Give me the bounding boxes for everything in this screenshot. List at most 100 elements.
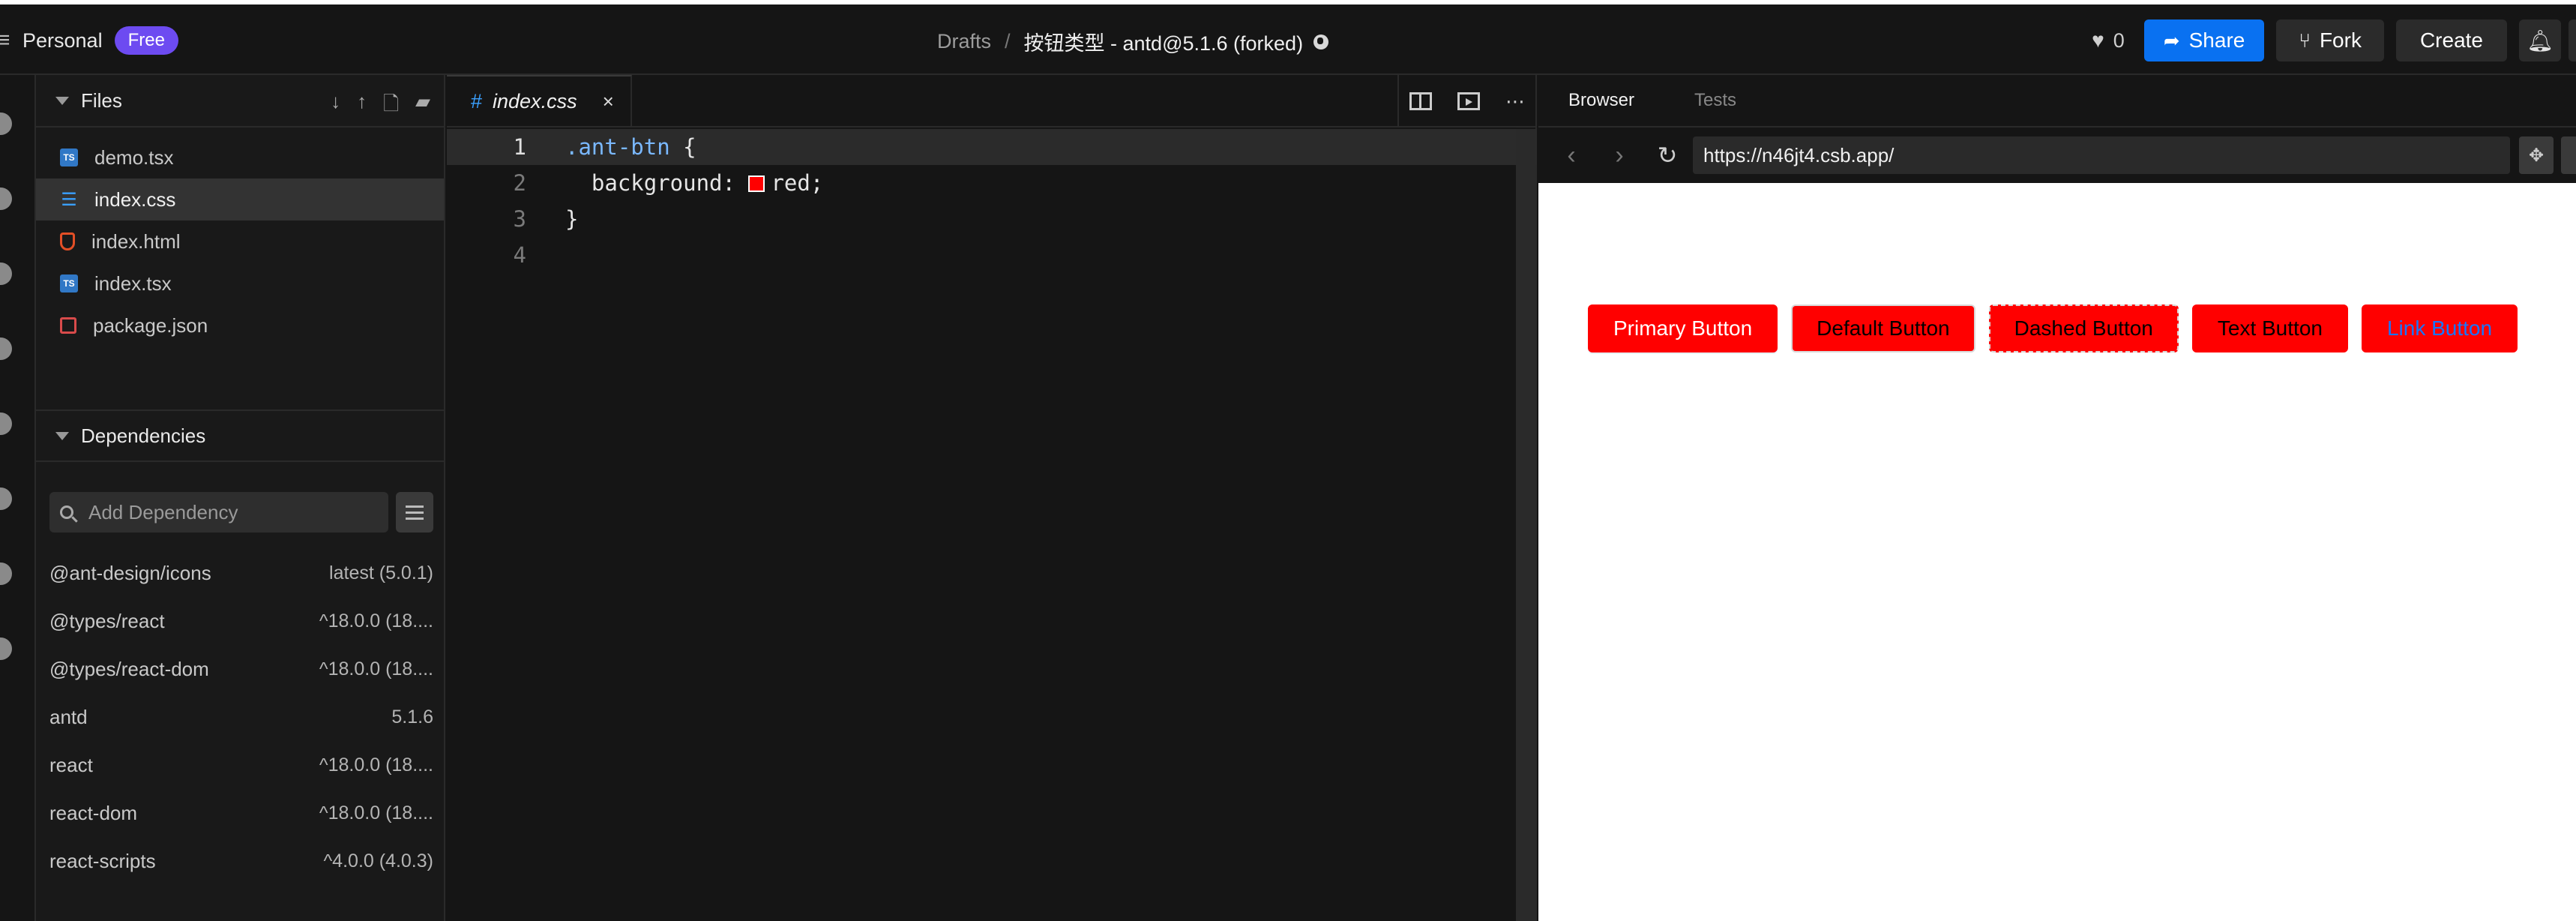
tab-label: index.css (493, 89, 577, 112)
devtools-icon[interactable]: ✥ (2519, 136, 2554, 174)
dependency-row[interactable]: @types/react-dom ^18.0.0 (18.... (36, 645, 445, 693)
code-text: .ant-btn { (565, 134, 696, 160)
close-icon[interactable]: × (603, 90, 614, 113)
dependency-row[interactable]: @ant-design/icons latest (5.0.1) (36, 549, 445, 597)
files-actions: ↓ ↑ 🗋 ▰ (331, 90, 430, 123)
dependency-version[interactable]: ^18.0.0 (18.... (319, 658, 433, 680)
dependency-version[interactable]: ^18.0.0 (18.... (319, 610, 433, 632)
dependency-list-button[interactable] (396, 492, 433, 532)
chevron-down-icon[interactable] (55, 96, 69, 105)
notifications-button[interactable]: 🔔︎ (2519, 20, 2561, 62)
code-line[interactable]: 4 (447, 237, 1537, 273)
share-label: Share (2188, 28, 2245, 52)
share-arrow-icon: ➦ (2163, 28, 2180, 52)
share-button[interactable]: ➦ Share (2143, 20, 2265, 62)
default-button[interactable]: Default Button (1791, 304, 1975, 352)
more-options-icon[interactable]: ⋯ (1505, 90, 1525, 113)
css-hash-icon: # (471, 89, 483, 112)
file-item-package-json[interactable]: package.json (36, 304, 444, 346)
globe-icon[interactable] (1313, 34, 1329, 50)
open-preview-icon[interactable] (1457, 92, 1480, 110)
dependency-version[interactable]: ^18.0.0 (18.... (319, 802, 433, 824)
forward-icon[interactable]: › (1604, 141, 1634, 170)
file-tree: TS demo.tsx ☰ index.css index.html TS in… (36, 128, 444, 346)
fork-button[interactable]: ⑂ Fork (2276, 20, 2384, 62)
back-icon[interactable]: ‹ (1556, 141, 1586, 170)
add-dependency-search (49, 492, 388, 532)
color-swatch[interactable] (748, 176, 765, 192)
files-header[interactable]: Files ↓ ↑ 🗋 ▰ (36, 75, 444, 128)
create-button[interactable]: Create (2395, 20, 2507, 62)
breadcrumb-drafts[interactable]: Drafts (937, 30, 991, 53)
file-name: index.css (94, 188, 176, 211)
dependency-version[interactable]: ^18.0.0 (18.... (319, 754, 433, 776)
dependency-row[interactable]: @types/react ^18.0.0 (18.... (36, 597, 445, 645)
link-button[interactable]: Link Button (2361, 304, 2518, 352)
file-name: index.tsx (94, 272, 172, 295)
css-file-icon: ☰ (61, 189, 77, 210)
dependency-name: antd (49, 705, 88, 728)
dependency-row[interactable]: react-dom ^18.0.0 (18.... (36, 789, 445, 837)
editor-scrollbar[interactable] (1516, 129, 1535, 921)
code-line[interactable]: 3 } (447, 201, 1537, 237)
menu-icon[interactable]: ≡ (0, 28, 10, 53)
dashed-button[interactable]: Dashed Button (1988, 304, 2179, 352)
html-file-icon (60, 232, 75, 250)
dependency-version[interactable]: latest (5.0.1) (329, 562, 433, 584)
like-button[interactable]: ♥ 0 (2092, 28, 2125, 52)
sort-up-icon[interactable]: ↑ (357, 90, 367, 123)
avatar[interactable] (2569, 20, 2576, 62)
text-button[interactable]: Text Button (2191, 304, 2348, 352)
typescript-file-icon: TS (60, 274, 78, 292)
workspace-name[interactable]: Personal (22, 29, 103, 52)
dependency-row[interactable]: antd 5.1.6 (36, 693, 445, 741)
tab-tests[interactable]: Tests (1664, 90, 1766, 111)
open-window-icon[interactable] (2561, 136, 2576, 174)
activity-git-icon[interactable] (0, 488, 12, 510)
workspace-switcher[interactable]: ≡ Personal Free (0, 26, 178, 56)
activity-files-icon[interactable] (0, 188, 12, 210)
dependency-row[interactable]: react-scripts ^4.0.0 (4.0.3) (36, 837, 445, 885)
preview-tabs: Browser Tests (1538, 75, 2576, 128)
file-name: demo.tsx (94, 146, 174, 169)
css-value: red; (771, 170, 824, 196)
activity-home-icon[interactable] (0, 112, 12, 135)
tab-browser[interactable]: Browser (1538, 90, 1664, 111)
dependencies-header[interactable]: Dependencies (36, 410, 445, 462)
file-item-index-html[interactable]: index.html (36, 220, 444, 262)
activity-settings-icon[interactable] (0, 338, 12, 360)
json-file-icon (60, 317, 76, 334)
activity-search-icon[interactable] (0, 262, 12, 285)
dependency-version[interactable]: 5.1.6 (391, 706, 433, 728)
file-item-index-css[interactable]: ☰ index.css (36, 178, 444, 220)
sort-down-icon[interactable]: ↓ (331, 90, 340, 123)
primary-button[interactable]: Primary Button (1588, 304, 1778, 352)
dependency-name: @types/react (49, 609, 165, 632)
activity-user-icon[interactable] (0, 638, 12, 660)
dependency-version[interactable]: ^4.0.0 (4.0.3) (323, 850, 433, 872)
chevron-down-icon[interactable] (55, 431, 69, 440)
dependency-row[interactable]: react ^18.0.0 (18.... (36, 741, 445, 789)
activity-live-icon[interactable] (0, 562, 12, 585)
activity-deploy-icon[interactable] (0, 412, 12, 435)
code-area[interactable]: 1 .ant-btn { 2 background: red; 3 } 4 (447, 129, 1537, 273)
editor-tabs: # index.css × ⋯ (447, 75, 1535, 128)
new-folder-icon[interactable]: ▰ (415, 90, 430, 123)
split-view-icon[interactable] (1409, 92, 1432, 110)
ant-button-row: Primary Button Default Button Dashed But… (1588, 304, 2518, 352)
search-icon (60, 506, 73, 519)
code-line[interactable]: 2 background: red; (447, 165, 1537, 201)
code-line[interactable]: 1 .ant-btn { (447, 129, 1537, 165)
dependency-name: react (49, 753, 93, 776)
code-editor: # index.css × ⋯ 1 .ant-btn { 2 backgroun… (447, 75, 1537, 921)
file-item-demo-tsx[interactable]: TS demo.tsx (36, 136, 444, 178)
sandbox-title[interactable]: 按钮类型 - antd@5.1.6 (forked) (1024, 27, 1304, 56)
add-dependency-input[interactable] (88, 500, 366, 524)
url-bar[interactable]: https://n46jt4.csb.app/ (1693, 136, 2510, 174)
code-brace: { (669, 134, 696, 160)
tab-index-css[interactable]: # index.css × (447, 75, 632, 126)
new-file-icon[interactable]: 🗋 (383, 90, 399, 123)
file-item-index-tsx[interactable]: TS index.tsx (36, 262, 444, 304)
activity-bar (0, 75, 36, 921)
reload-icon[interactable]: ↻ (1652, 141, 1682, 170)
